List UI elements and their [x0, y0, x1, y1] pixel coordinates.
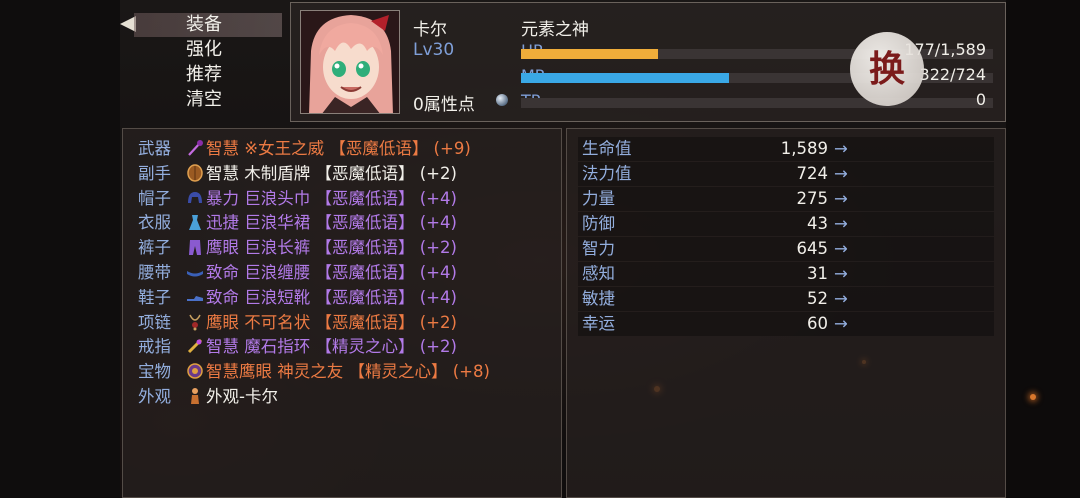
stat-row: 智力 645 →	[578, 237, 994, 261]
character-level: Lv30	[413, 40, 455, 60]
stat-arrow-icon: →	[834, 264, 848, 283]
equipment-item-name: 智慧 魔石指环 【精灵之心】 (+2)	[206, 337, 457, 357]
tp-value: 0	[975, 90, 986, 109]
equipment-slot-label: 武器	[138, 139, 171, 158]
character-portrait-art	[301, 11, 399, 113]
equipment-row[interactable]: 衣服 迅捷 巨浪华裙 【恶魔低语】 (+4)	[138, 211, 457, 235]
menu-item-clear[interactable]: 清空	[134, 88, 282, 112]
swap-character-button[interactable]: 换	[850, 32, 924, 106]
stat-value: 31	[807, 264, 828, 283]
equipment-slot-label: 裤子	[138, 238, 171, 258]
treasure-icon	[186, 362, 206, 381]
equipment-row[interactable]: 副手 智慧 木制盾牌 【恶魔低语】 (+2)	[138, 162, 457, 186]
equipment-item-name: 智慧 木制盾牌 【恶魔低语】 (+2)	[206, 163, 457, 183]
equipment-row[interactable]: 项链 鹰眼 不可名状 【恶魔低语】 (+2)	[138, 311, 457, 335]
equipment-item-name: 致命 巨浪短靴 【恶魔低语】 (+4)	[206, 287, 457, 307]
equipment-item-name: 致命 巨浪缠腰 【恶魔低语】 (+4)	[206, 263, 457, 282]
equipment-slot-label: 衣服	[138, 213, 171, 233]
shoes-icon	[186, 288, 206, 307]
stat-row: 法力值 724 →	[578, 162, 994, 186]
equipment-row[interactable]: 裤子 鹰眼 巨浪长裤 【恶魔低语】 (+2)	[138, 236, 457, 260]
equipment-item-name: 智慧 ※女王之威 【恶魔低语】 (+9)	[206, 139, 471, 158]
stat-name: 智力	[582, 239, 615, 258]
stat-name: 生命值	[582, 139, 632, 158]
equipment-item-name: 迅捷 巨浪华裙 【恶魔低语】 (+4)	[206, 213, 457, 233]
stat-value: 724	[796, 164, 829, 183]
stat-row: 力量 275 →	[578, 187, 994, 211]
menu-item-enhance[interactable]: 强化	[134, 38, 282, 62]
character-name: 卡尔	[413, 20, 447, 40]
left-margin	[0, 0, 120, 498]
stat-row: 幸运 60 →	[578, 312, 994, 336]
equipment-item-name: 鹰眼 巨浪长裤 【恶魔低语】 (+2)	[206, 238, 457, 258]
stat-name: 法力值	[582, 164, 632, 183]
equipment-slot-label: 外观	[138, 387, 171, 406]
stat-arrow-icon: →	[834, 214, 848, 233]
stat-value: 43	[807, 214, 828, 233]
menu-item-equip[interactable]: 装备	[134, 13, 282, 37]
attribute-orb-icon[interactable]	[496, 94, 508, 106]
stat-arrow-icon: →	[834, 289, 848, 308]
ring-icon	[186, 337, 206, 356]
equipment-row[interactable]: 外观 外观-卡尔	[138, 385, 278, 409]
equipment-row[interactable]: 宝物 智慧鹰眼 神灵之友 【精灵之心】 (+8)	[138, 360, 490, 384]
equipment-slot-label: 宝物	[138, 362, 171, 382]
stat-row: 防御 43 →	[578, 212, 994, 236]
right-margin	[1006, 0, 1080, 498]
stat-name: 感知	[582, 264, 615, 283]
stat-value: 1,589	[780, 139, 828, 158]
side-menu: 装备 强化 推荐 清空	[120, 2, 282, 120]
stat-row: 生命值 1,589 →	[578, 137, 994, 161]
equipment-slot-label: 腰带	[138, 263, 171, 282]
stat-arrow-icon: →	[834, 239, 848, 258]
belt-icon	[186, 263, 206, 282]
stat-value: 52	[807, 289, 828, 308]
equipment-item-name: 智慧鹰眼 神灵之友 【精灵之心】 (+8)	[206, 362, 490, 382]
character-title: 元素之神	[521, 20, 589, 40]
mp-value: 322/724	[919, 65, 986, 84]
pants-icon	[186, 238, 206, 257]
equipment-slot-label: 副手	[138, 163, 171, 183]
stat-arrow-icon: →	[834, 189, 848, 208]
menu-item-recommend[interactable]: 推荐	[134, 63, 282, 87]
equipment-item-name: 外观-卡尔	[206, 387, 278, 406]
equipment-slot-label: 帽子	[138, 188, 171, 208]
equipment-row[interactable]: 戒指 智慧 魔石指环 【精灵之心】 (+2)	[138, 335, 457, 359]
stat-name: 幸运	[582, 314, 615, 333]
dress-icon	[186, 213, 206, 232]
hp-bar-fill	[521, 49, 658, 59]
equipment-row[interactable]: 腰带 致命 巨浪缠腰 【恶魔低语】 (+4)	[138, 261, 457, 285]
attribute-points: 0属性点	[413, 95, 475, 115]
equipment-slot-label: 项链	[138, 312, 171, 332]
stat-arrow-icon: →	[834, 314, 848, 333]
stat-row: 敏捷 52 →	[578, 287, 994, 311]
stat-name: 防御	[582, 214, 615, 233]
ember-particle	[1030, 394, 1036, 400]
stat-arrow-icon: →	[834, 164, 848, 183]
stat-value: 645	[796, 239, 829, 258]
stat-arrow-icon: →	[834, 139, 848, 158]
equipment-item-name: 暴力 巨浪头巾 【恶魔低语】 (+4)	[206, 188, 457, 208]
equipment-item-name: 鹰眼 不可名状 【恶魔低语】 (+2)	[206, 312, 457, 332]
stat-value: 275	[796, 189, 829, 208]
equipment-row[interactable]: 帽子 暴力 巨浪头巾 【恶魔低语】 (+4)	[138, 187, 457, 211]
mp-bar-fill	[521, 73, 729, 83]
stat-row: 感知 31 →	[578, 262, 994, 286]
equipment-row[interactable]: 武器 智慧 ※女王之威 【恶魔低语】 (+9)	[138, 137, 471, 161]
character-portrait	[300, 10, 400, 114]
shield-icon	[186, 164, 206, 183]
stat-value: 60	[807, 314, 828, 333]
appearance-icon	[186, 387, 206, 406]
tp-bar	[521, 98, 993, 108]
necklace-icon	[186, 313, 206, 332]
helmet-icon	[186, 189, 206, 208]
equipment-row[interactable]: 鞋子 致命 巨浪短靴 【恶魔低语】 (+4)	[138, 286, 457, 310]
staff-icon	[186, 139, 206, 158]
equipment-slot-label: 戒指	[138, 337, 171, 357]
stat-name: 敏捷	[582, 289, 615, 308]
equipment-slot-label: 鞋子	[138, 287, 171, 307]
stat-name: 力量	[582, 189, 615, 208]
